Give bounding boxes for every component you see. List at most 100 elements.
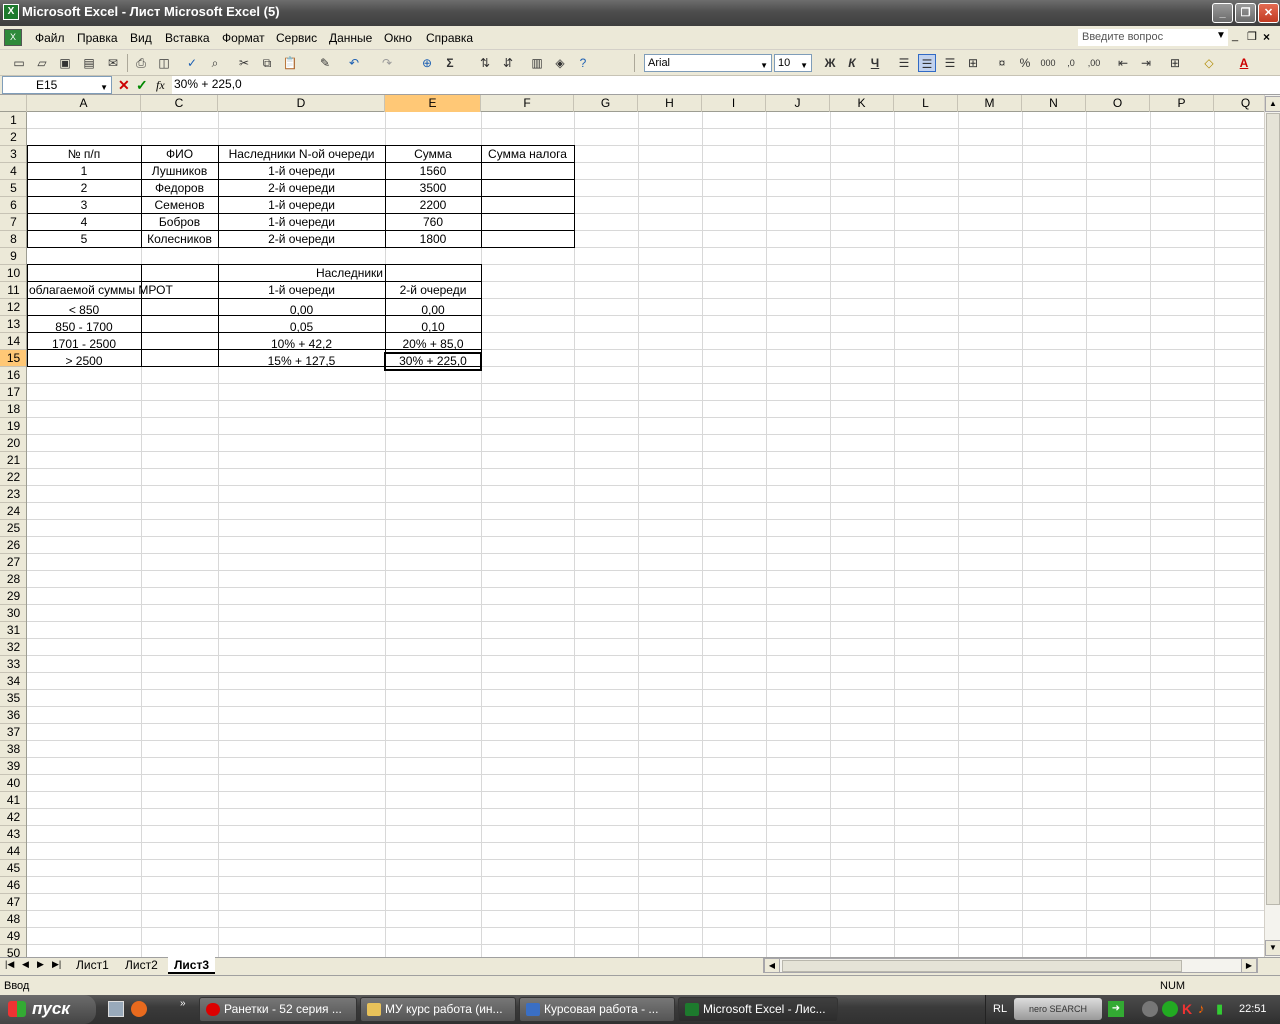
minimize-button[interactable]: _ xyxy=(1212,3,1233,23)
row-header-40[interactable]: 40 xyxy=(0,775,26,792)
italic-button[interactable]: К xyxy=(843,54,861,72)
cell-f5[interactable] xyxy=(481,180,574,197)
task-opera[interactable]: Ранетки - 52 серия ... xyxy=(199,997,357,1022)
row-header-22[interactable]: 22 xyxy=(0,469,26,486)
cell-e6[interactable]: 2200 xyxy=(385,197,481,214)
row-header-6[interactable]: 6 xyxy=(0,197,26,214)
vertical-scrollbar[interactable]: ▲ ▼ xyxy=(1264,95,1280,957)
column-header-a[interactable]: A xyxy=(27,95,141,112)
cell-c5[interactable]: Федоров xyxy=(141,180,218,197)
row-header-9[interactable]: 9 xyxy=(0,248,26,265)
cell-e7[interactable]: 760 xyxy=(385,214,481,231)
cell-d5[interactable]: 2-й очереди xyxy=(218,180,385,197)
cell-a7[interactable]: 4 xyxy=(27,214,141,231)
row-header-15[interactable]: 15 xyxy=(0,350,26,367)
row-header-41[interactable]: 41 xyxy=(0,792,26,809)
currency-icon[interactable]: ¤ xyxy=(993,54,1011,72)
scroll-up-icon[interactable]: ▲ xyxy=(1265,96,1280,112)
column-header-o[interactable]: O xyxy=(1086,95,1150,112)
tray-back-icon[interactable] xyxy=(1142,1001,1158,1017)
cell-e3[interactable]: Сумма xyxy=(385,146,481,163)
cell-f8[interactable] xyxy=(481,231,574,248)
column-header-n[interactable]: N xyxy=(1022,95,1086,112)
sort-ascending-icon[interactable]: ⇅ xyxy=(476,54,494,72)
new-icon[interactable]: ▭ xyxy=(10,54,28,72)
cell-e12[interactable]: 0,00 xyxy=(385,302,481,319)
column-header-e[interactable]: E xyxy=(385,95,481,112)
undo-icon[interactable]: ↶ xyxy=(345,54,363,72)
scroll-down-icon[interactable]: ▼ xyxy=(1265,940,1280,956)
cut-icon[interactable]: ✂ xyxy=(235,54,253,72)
cell-d15[interactable]: 15% + 127,5 xyxy=(218,353,385,370)
mdi-minimize-icon[interactable]: _ xyxy=(1232,30,1238,42)
row-header-7[interactable]: 7 xyxy=(0,214,26,231)
row-header-19[interactable]: 19 xyxy=(0,418,26,435)
row-header-42[interactable]: 42 xyxy=(0,809,26,826)
cell-d4[interactable]: 1-й очереди xyxy=(218,163,385,180)
menu-tools[interactable]: Сервис xyxy=(276,31,317,45)
task-folder[interactable]: МУ курс работа (ин... xyxy=(360,997,516,1022)
column-header-g[interactable]: G xyxy=(574,95,638,112)
row-header-37[interactable]: 37 xyxy=(0,724,26,741)
column-header-h[interactable]: H xyxy=(638,95,702,112)
tray-green-icon[interactable] xyxy=(1162,1001,1178,1017)
menu-format[interactable]: Формат xyxy=(222,31,265,45)
row-header-28[interactable]: 28 xyxy=(0,571,26,588)
align-left-icon[interactable]: ☰ xyxy=(895,54,913,72)
tray-signal-icon[interactable]: ▮ xyxy=(1216,1001,1223,1017)
column-header-k[interactable]: K xyxy=(830,95,894,112)
cell-a15[interactable]: > 2500 xyxy=(27,353,141,370)
horizontal-scrollbar[interactable]: ◀ ▶ xyxy=(763,958,1258,973)
cell-a8[interactable]: 5 xyxy=(27,231,141,248)
row-header-31[interactable]: 31 xyxy=(0,622,26,639)
row-header-26[interactable]: 26 xyxy=(0,537,26,554)
task-word[interactable]: Курсовая работа - ... xyxy=(519,997,675,1022)
cell-a6[interactable]: 3 xyxy=(27,197,141,214)
formula-input[interactable]: 30% + 225,0 xyxy=(172,76,1280,94)
nero-search-box[interactable]: nero SEARCH xyxy=(1014,998,1102,1020)
row-header-39[interactable]: 39 xyxy=(0,758,26,775)
cell-e11[interactable]: 2-й очереди xyxy=(385,282,481,299)
cell-c8[interactable]: Колесников xyxy=(141,231,218,248)
format-painter-icon[interactable]: ✎ xyxy=(316,54,334,72)
row-header-47[interactable]: 47 xyxy=(0,894,26,911)
quicklaunch-more-icon[interactable]: » xyxy=(180,998,186,1009)
row-header-33[interactable]: 33 xyxy=(0,656,26,673)
column-header-m[interactable]: M xyxy=(958,95,1022,112)
row-header-25[interactable]: 25 xyxy=(0,520,26,537)
font-size-select[interactable]: 10 ▼ xyxy=(774,54,812,72)
row-header-12[interactable]: 12 xyxy=(0,299,26,316)
cell-e4[interactable]: 1560 xyxy=(385,163,481,180)
language-indicator[interactable]: RL xyxy=(993,1003,1007,1015)
excel-app-icon[interactable]: X xyxy=(3,4,19,20)
cell-d6[interactable]: 1-й очереди xyxy=(218,197,385,214)
row-header-34[interactable]: 34 xyxy=(0,673,26,690)
worksheet-grid[interactable]: № п/п ФИО Наследники N-ой очереди Сумма … xyxy=(27,112,1264,957)
scroll-left-icon[interactable]: ◀ xyxy=(764,958,780,973)
decrease-indent-icon[interactable]: ⇤ xyxy=(1114,54,1132,72)
cell-f7[interactable] xyxy=(481,214,574,231)
row-header-43[interactable]: 43 xyxy=(0,826,26,843)
maximize-button[interactable]: ❐ xyxy=(1235,3,1256,23)
mdi-restore-icon[interactable]: ❐ xyxy=(1247,30,1257,43)
bold-button[interactable]: Ж xyxy=(821,54,839,72)
last-sheet-icon[interactable]: ▶| xyxy=(52,959,61,970)
font-color-icon[interactable]: A xyxy=(1235,54,1253,72)
row-header-46[interactable]: 46 xyxy=(0,877,26,894)
row-header-4[interactable]: 4 xyxy=(0,163,26,180)
copy-icon[interactable]: ⧉ xyxy=(258,54,276,72)
redo-icon[interactable]: ↷ xyxy=(378,54,396,72)
hyperlink-icon[interactable]: ⊕ xyxy=(418,54,436,72)
cell-f4[interactable] xyxy=(481,163,574,180)
row-header-1[interactable]: 1 xyxy=(0,112,26,129)
cell-d3[interactable]: Наследники N-ой очереди xyxy=(218,146,385,163)
cell-e8[interactable]: 1800 xyxy=(385,231,481,248)
column-header-d[interactable]: D xyxy=(218,95,385,112)
row-header-32[interactable]: 32 xyxy=(0,639,26,656)
cell-c4[interactable]: Лушников xyxy=(141,163,218,180)
research-icon[interactable]: ⌕ xyxy=(206,54,224,72)
help-question-input[interactable]: Введите вопрос xyxy=(1078,29,1228,46)
cell-e13[interactable]: 0,10 xyxy=(385,319,481,336)
cell-e5[interactable]: 3500 xyxy=(385,180,481,197)
cell-d12[interactable]: 0,00 xyxy=(218,302,385,319)
